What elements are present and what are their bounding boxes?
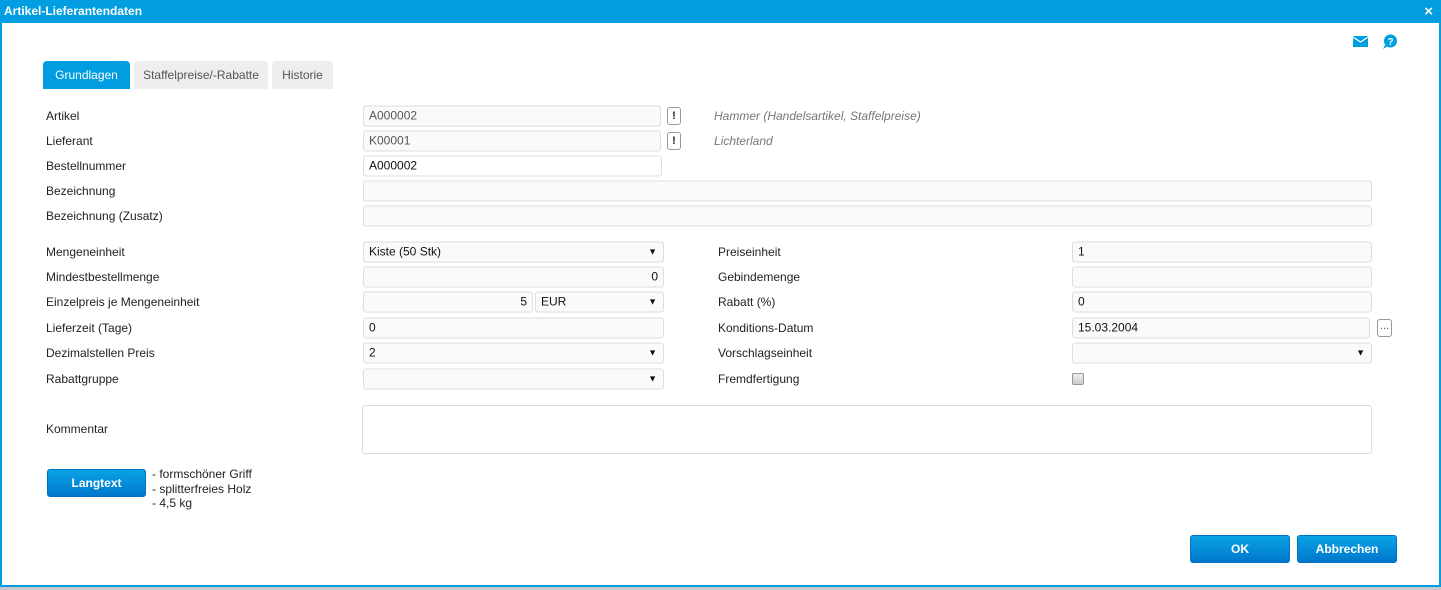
- einzelpreis-label: Einzelpreis je Mengeneinheit: [46, 295, 200, 309]
- artikel-input[interactable]: A000002: [363, 105, 661, 127]
- help-icon[interactable]: ?: [1382, 34, 1398, 49]
- rabattgruppe-select[interactable]: [363, 368, 664, 390]
- bezeichnung-label: Bezeichnung: [46, 184, 116, 198]
- fremdfertigung-checkbox[interactable]: [1072, 373, 1084, 385]
- kommentar-label: Kommentar: [46, 422, 109, 436]
- svg-text:?: ?: [1387, 37, 1393, 48]
- preiseinheit-input[interactable]: 1: [1072, 241, 1372, 263]
- artikel-label: Artikel: [46, 109, 80, 123]
- langtext-line: - formschöner Griff: [152, 467, 252, 481]
- date-picker-button[interactable]: ...: [1377, 319, 1392, 337]
- ok-button[interactable]: OK: [1190, 535, 1290, 563]
- mindestbestellmenge-label: Mindestbestellmenge: [46, 270, 160, 284]
- langtext-button[interactable]: Langtext: [47, 469, 146, 497]
- mengeneinheit-label: Mengeneinheit: [46, 245, 125, 259]
- bezeichnung-zusatz-label: Bezeichnung (Zusatz): [46, 209, 163, 223]
- bestellnummer-label: Bestellnummer: [46, 159, 127, 173]
- lieferant-input[interactable]: K00001: [363, 130, 661, 152]
- langtext-line: - splitterfreies Holz: [152, 481, 252, 496]
- artikel-info-button[interactable]: !: [667, 107, 681, 125]
- rabatt-input[interactable]: 0: [1072, 291, 1372, 313]
- currency-select[interactable]: EUR: [535, 291, 664, 313]
- gebindemenge-label: Gebindemenge: [718, 270, 801, 284]
- langtext-preview: - formschöner Griff - splitterfreies Hol…: [152, 467, 252, 511]
- lieferzeit-label: Lieferzeit (Tage): [46, 321, 133, 335]
- preiseinheit-label: Preiseinheit: [718, 245, 781, 259]
- konditionsdatum-label: Konditions-Datum: [718, 321, 814, 335]
- lieferzeit-input[interactable]: 0: [363, 317, 664, 339]
- close-icon[interactable]: ×: [1424, 0, 1433, 23]
- window-title: Artikel-Lieferantendaten: [4, 4, 143, 18]
- tab-grundlagen[interactable]: Grundlagen: [43, 61, 130, 89]
- mindestbestellmenge-input[interactable]: 0: [363, 266, 664, 288]
- bezeichnung-input[interactable]: [363, 180, 1372, 202]
- vorschlagseinheit-select[interactable]: [1072, 342, 1372, 364]
- mail-icon[interactable]: [1353, 36, 1368, 47]
- konditionsdatum-input[interactable]: 15.03.2004: [1072, 317, 1370, 339]
- tab-historie[interactable]: Historie: [272, 61, 333, 89]
- fremdfertigung-label: Fremdfertigung: [718, 372, 800, 386]
- tab-staffelpreise[interactable]: Staffelpreise/-Rabatte: [134, 61, 268, 89]
- gebindemenge-input[interactable]: [1072, 266, 1372, 288]
- kommentar-textarea[interactable]: [362, 405, 1372, 454]
- langtext-line: - 4,5 kg: [152, 496, 193, 510]
- dezimalstellen-label: Dezimalstellen Preis: [46, 346, 155, 360]
- lieferant-label: Lieferant: [46, 134, 93, 148]
- vorschlagseinheit-label: Vorschlagseinheit: [718, 346, 813, 360]
- lieferant-hint: Lichterland: [714, 134, 773, 148]
- rabatt-label: Rabatt (%): [718, 295, 776, 309]
- dezimalstellen-select[interactable]: 2: [363, 342, 664, 364]
- artikel-hint: Hammer (Handelsartikel, Staffelpreise): [714, 109, 921, 123]
- rabattgruppe-label: Rabattgruppe: [46, 372, 119, 386]
- cancel-button[interactable]: Abbrechen: [1297, 535, 1397, 563]
- einzelpreis-input[interactable]: 5: [363, 291, 533, 313]
- bezeichnung-zusatz-input[interactable]: [363, 205, 1372, 227]
- bestellnummer-input[interactable]: A000002: [363, 155, 662, 177]
- title-bar: Artikel-Lieferantendaten: [0, 0, 1441, 23]
- mengeneinheit-select[interactable]: Kiste (50 Stk): [363, 241, 664, 263]
- lieferant-info-button[interactable]: !: [667, 132, 681, 150]
